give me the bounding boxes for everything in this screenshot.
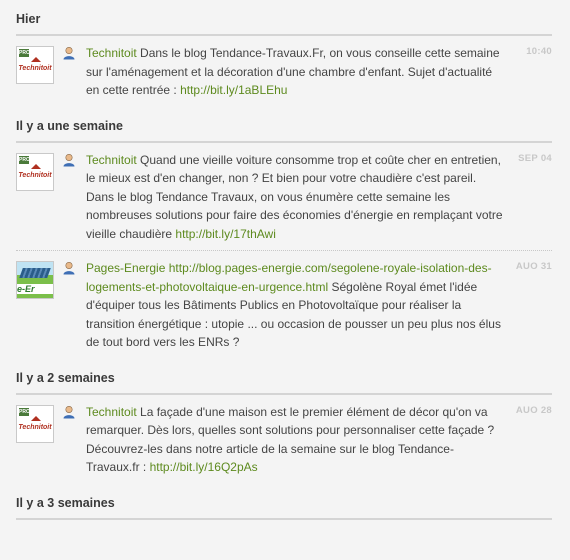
post-link[interactable]: http://bit.ly/1aBLEhu <box>180 83 287 97</box>
technitoit-avatar[interactable]: PRO Technitoit <box>16 404 54 443</box>
pages-energie-avatar[interactable]: e-Er <box>16 261 54 299</box>
solar-panel-icon <box>19 268 51 278</box>
post-text: Dans le blog Tendance-Travaux.Fr, on vou… <box>86 46 500 97</box>
author-link[interactable]: Pages-Energie <box>86 261 165 275</box>
brand-label: e-Er <box>17 284 53 294</box>
feed-item: PRO Technitoit Technitoit La façade d'un… <box>16 395 552 484</box>
feed-group-2-semaines: Il y a 2 semaines PRO Technitoit Technit… <box>0 359 570 484</box>
brand-label: Technitoit <box>18 65 52 72</box>
post-text: La façade d'une maison est le premier él… <box>86 404 495 475</box>
author-link[interactable]: Technitoit <box>86 46 137 60</box>
post-content: Pages-Energie http://blog.pages-energie.… <box>86 259 506 352</box>
timestamp: SEP 04 <box>518 152 552 164</box>
roof-icon <box>31 415 41 421</box>
pro-badge: PRO <box>19 49 30 57</box>
group-title: Il y a 3 semaines <box>16 495 115 510</box>
technitoit-avatar[interactable]: PRO Technitoit <box>16 152 54 191</box>
post-content: Technitoit Quand une vieille voiture con… <box>86 151 506 244</box>
feed-group-hier: Hier PRO Technitoit Technitoit Dans le b… <box>0 0 570 107</box>
user-icon <box>63 405 75 418</box>
feed-item: PRO Technitoit Technitoit Dans le blog T… <box>16 36 552 107</box>
activity-feed: Hier PRO Technitoit Technitoit Dans le b… <box>0 0 570 520</box>
group-title: Hier <box>16 12 41 26</box>
feed-group-3-semaines: Il y a 3 semaines <box>0 484 570 520</box>
roof-icon <box>31 57 41 62</box>
author-link[interactable]: Technitoit <box>86 405 137 419</box>
timestamp: 10:40 <box>526 46 552 57</box>
post-link[interactable]: http://bit.ly/16Q2pAs <box>150 460 258 474</box>
group-title: Il y a une semaine <box>16 118 123 133</box>
technitoit-avatar[interactable]: PRO Technitoit <box>16 46 54 84</box>
group-title: Il y a 2 semaines <box>16 370 115 385</box>
post-text: Quand une vieille voiture consomme trop … <box>86 152 503 241</box>
brand-label: Technitoit <box>18 423 52 431</box>
pro-badge: PRO <box>19 407 30 416</box>
user-icon <box>63 46 75 60</box>
group-divider <box>16 517 552 520</box>
author-link[interactable]: Technitoit <box>86 153 137 167</box>
feed-item: e-Er Pages-Energie http://blog.pages-ene… <box>16 251 552 359</box>
post-content: Technitoit La façade d'une maison est le… <box>86 403 506 477</box>
pro-badge: PRO <box>19 155 30 164</box>
user-icon <box>63 261 75 275</box>
feed-item: PRO Technitoit Technitoit Quand une viei… <box>16 143 552 251</box>
post-link[interactable]: http://bit.ly/17thAwi <box>175 227 276 241</box>
timestamp: AUO 28 <box>515 404 552 416</box>
user-icon <box>63 153 75 166</box>
timestamp: AUO 31 <box>515 261 552 272</box>
roof-icon <box>31 163 41 169</box>
post-content: Technitoit Dans le blog Tendance-Travaux… <box>86 44 506 100</box>
brand-label: Technitoit <box>18 171 52 179</box>
feed-group-une-semaine: Il y a une semaine PRO Technitoit Techni… <box>0 107 570 359</box>
